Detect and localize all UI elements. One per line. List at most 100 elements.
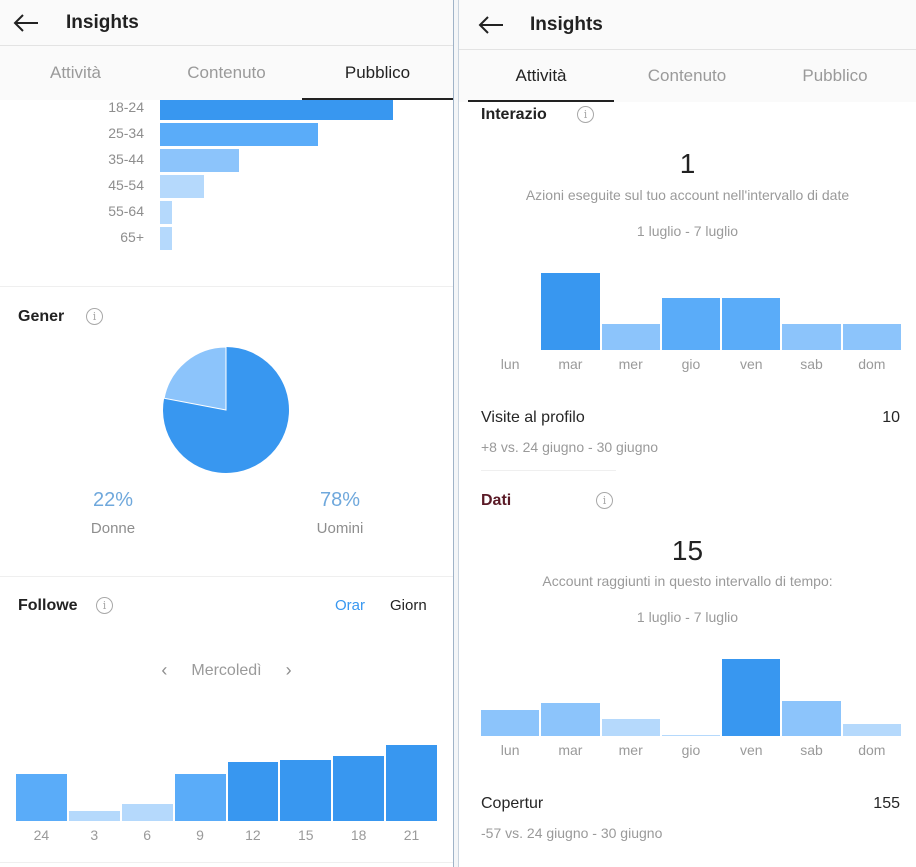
x-axis-label: 3 bbox=[90, 827, 99, 843]
age-bar bbox=[160, 149, 240, 172]
x-axis-label: mar bbox=[558, 356, 583, 372]
profile-visits-label: Visite al profilo bbox=[481, 409, 585, 426]
chevron-right-icon[interactable]: › bbox=[286, 660, 292, 681]
reach-label: Copertur bbox=[481, 795, 544, 812]
top-bar: Insights bbox=[459, 0, 916, 50]
age-label: 45-54 bbox=[108, 177, 144, 193]
x-axis-label: 6 bbox=[143, 827, 152, 843]
arrow-left-icon[interactable] bbox=[477, 15, 505, 35]
interactions-description: Azioni eseguite sul tuo account nell'int… bbox=[525, 187, 850, 203]
x-axis-label: 9 bbox=[196, 827, 204, 843]
left-panel-pubblico: 18-24 25-34 35-44 45-54 55-64 65+ Gener i 22%… bbox=[0, 0, 453, 867]
x-axis-label: lun bbox=[500, 356, 520, 372]
tab-label: Attività bbox=[515, 66, 567, 85]
day-navigator: ‹ Mercoledì › bbox=[0, 660, 453, 681]
chart-bar bbox=[661, 735, 721, 736]
chart-bar bbox=[16, 773, 67, 821]
info-icon[interactable]: i bbox=[577, 106, 594, 123]
chevron-left-icon[interactable]: ‹ bbox=[161, 660, 167, 681]
tab-contenuto[interactable]: Contenuto bbox=[614, 50, 760, 102]
chart-bar bbox=[280, 760, 332, 821]
chart-bar bbox=[174, 773, 226, 821]
chart-bar bbox=[386, 745, 437, 821]
men-label: Uomini bbox=[316, 520, 364, 537]
age-label: 18-24 bbox=[108, 99, 144, 115]
chart-bar bbox=[121, 803, 173, 821]
selected-day: Mercoledì bbox=[191, 661, 262, 679]
section-divider bbox=[0, 576, 453, 577]
chart-bar bbox=[601, 719, 660, 736]
x-axis-label: mar bbox=[558, 742, 583, 758]
tab-label: Pubblico bbox=[802, 66, 868, 85]
discovery-date-range: 1 luglio - 7 luglio bbox=[636, 609, 739, 625]
chart-bar bbox=[842, 323, 901, 350]
arrow-left-icon[interactable] bbox=[12, 13, 40, 33]
chart-bar bbox=[601, 323, 660, 350]
x-axis-label: lun bbox=[500, 742, 520, 758]
x-axis-label: sab bbox=[800, 742, 823, 758]
x-axis-label: dom bbox=[858, 356, 886, 372]
tab-bar: Attività Contenuto Pubblico bbox=[459, 50, 916, 102]
men-percent: 78% bbox=[319, 489, 361, 511]
age-bar bbox=[160, 201, 172, 224]
gender-section-title: Gener bbox=[18, 308, 65, 325]
age-label: 65+ bbox=[120, 229, 144, 245]
chart-bar bbox=[782, 323, 841, 350]
x-axis-label: mer bbox=[618, 742, 643, 758]
profile-visits-value: 10 bbox=[882, 409, 900, 426]
section-divider bbox=[481, 470, 616, 471]
right-panel-attivita: Insights Attività Contenuto Pubblico Int… bbox=[459, 0, 916, 867]
age-bar bbox=[160, 175, 205, 198]
x-axis-label: dom bbox=[858, 742, 886, 758]
age-bar bbox=[160, 123, 319, 146]
tab-attivita[interactable]: Attività bbox=[468, 50, 614, 102]
tab-label: Pubblico bbox=[344, 63, 411, 82]
chart-bar bbox=[481, 709, 540, 736]
chart-bar bbox=[661, 298, 721, 350]
age-label: 25-34 bbox=[108, 125, 144, 141]
info-icon[interactable]: i bbox=[86, 308, 103, 325]
women-percent: 22% bbox=[92, 489, 134, 511]
age-bar bbox=[160, 97, 393, 120]
x-axis-label: 12 bbox=[245, 827, 261, 843]
x-axis-label: gio bbox=[681, 356, 701, 372]
x-axis-label: 15 bbox=[298, 827, 314, 843]
profile-visits-comparison: +8 vs. 24 giugno - 30 giugno bbox=[481, 439, 659, 455]
tab-attivita[interactable]: Attività bbox=[0, 46, 151, 100]
tab-label: Contenuto bbox=[647, 66, 727, 85]
followers-section-title: Followe bbox=[18, 597, 78, 614]
chart-bar bbox=[541, 273, 600, 350]
x-axis-label: 24 bbox=[33, 827, 50, 843]
page-title: Insights bbox=[530, 13, 603, 35]
age-label: 55-64 bbox=[108, 203, 144, 219]
interactions-date-range: 1 luglio - 7 luglio bbox=[636, 223, 739, 239]
page-title: Insights bbox=[66, 11, 139, 33]
tab-pubblico[interactable]: Pubblico bbox=[302, 46, 453, 100]
section-divider bbox=[0, 286, 453, 287]
interactions-section-title: Interazio bbox=[481, 106, 547, 123]
reach-value: 155 bbox=[873, 795, 900, 812]
tab-contenuto[interactable]: Contenuto bbox=[151, 46, 302, 100]
chart-bar bbox=[333, 755, 385, 821]
discovery-section-title: Dati bbox=[481, 492, 512, 509]
discovery-description: Account raggiunti in questo intervallo d… bbox=[542, 573, 833, 589]
x-axis-label: gio bbox=[681, 742, 701, 758]
gender-pie-chart bbox=[163, 346, 289, 473]
chart-bar bbox=[782, 700, 841, 736]
toggle-days[interactable]: Giorn bbox=[390, 597, 427, 614]
x-axis-label: ven bbox=[739, 742, 763, 758]
info-icon[interactable]: i bbox=[596, 492, 613, 509]
section-divider bbox=[0, 862, 453, 863]
chart-bar bbox=[722, 298, 781, 350]
x-axis-label: sab bbox=[800, 356, 823, 372]
age-bar bbox=[160, 227, 172, 250]
tab-pubblico[interactable]: Pubblico bbox=[760, 50, 910, 102]
discovery-total: 15 bbox=[671, 535, 704, 566]
top-bar: Insights bbox=[0, 0, 453, 46]
toggle-hours[interactable]: Orar bbox=[335, 597, 365, 614]
interactions-total: 1 bbox=[679, 148, 696, 179]
info-icon[interactable]: i bbox=[96, 597, 113, 614]
chart-bar bbox=[842, 724, 901, 736]
chart-bar bbox=[541, 702, 600, 736]
tab-label: Attività bbox=[49, 63, 102, 82]
